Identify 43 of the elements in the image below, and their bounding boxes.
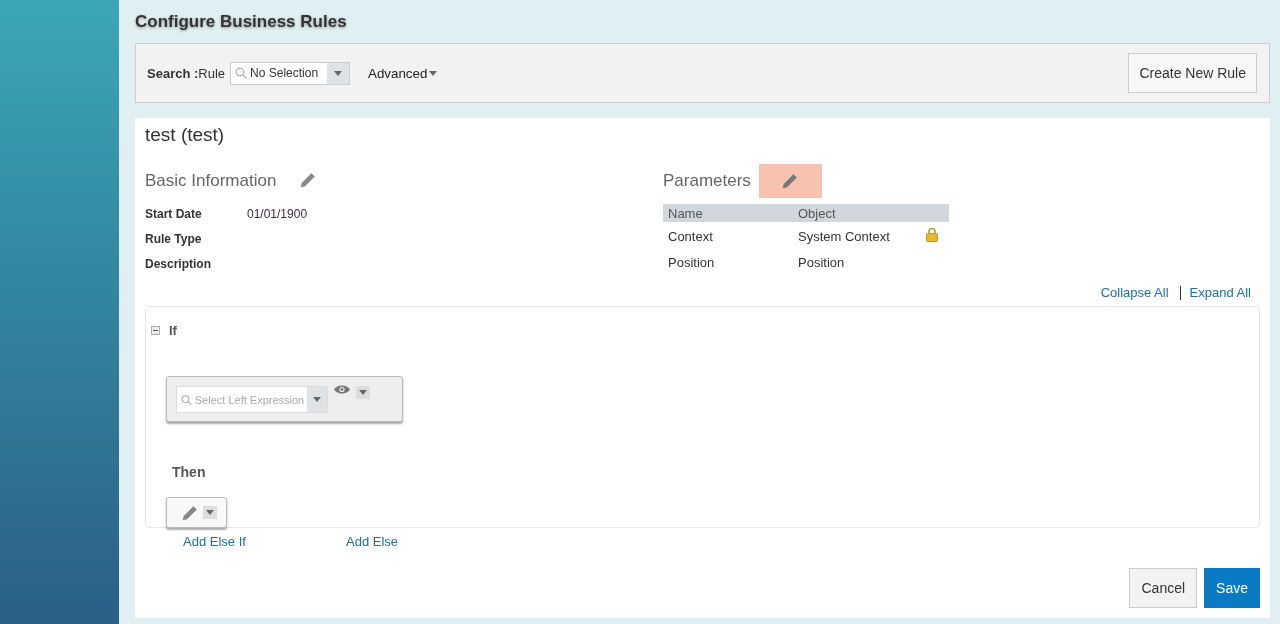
caret-icon bbox=[429, 70, 438, 76]
caret-icon bbox=[206, 510, 214, 515]
search-label: Search : bbox=[147, 65, 199, 81]
page-title: Configure Business Rules bbox=[135, 12, 348, 32]
caret-icon bbox=[334, 70, 343, 76]
save-button[interactable]: Save bbox=[1204, 568, 1260, 608]
cancel-button[interactable]: Cancel bbox=[1129, 568, 1198, 608]
field-value: 01/01/1900 bbox=[247, 207, 308, 223]
section-heading: Parameters bbox=[663, 171, 751, 191]
rule-title: test (test) bbox=[145, 124, 226, 146]
section-heading: Basic Information bbox=[145, 171, 277, 191]
collapse-all-link[interactable]: Collapse All bbox=[1100, 285, 1169, 300]
search-icon bbox=[235, 67, 248, 79]
field-label: Description bbox=[145, 257, 212, 273]
column-header: Name bbox=[663, 204, 793, 222]
field-label: Rule bbox=[198, 65, 226, 81]
action-button[interactable] bbox=[166, 497, 227, 528]
pencil-icon bbox=[782, 173, 799, 189]
caret-icon bbox=[313, 397, 322, 402]
collapse-toggle[interactable] bbox=[151, 326, 160, 335]
table-cell: Context bbox=[663, 222, 793, 249]
pencil-icon bbox=[300, 171, 317, 188]
expand-all-link[interactable]: Expand All bbox=[1189, 285, 1251, 300]
table-cell-text: Position bbox=[797, 254, 846, 272]
eye-icon[interactable] bbox=[334, 384, 350, 395]
search-icon bbox=[181, 393, 192, 406]
edit-button[interactable] bbox=[758, 164, 822, 198]
rule-combobox[interactable]: No Selection bbox=[230, 61, 351, 85]
add-else-link[interactable]: Add Else bbox=[346, 534, 399, 549]
edit-button[interactable] bbox=[300, 171, 317, 191]
then-label: Then bbox=[172, 464, 207, 480]
column-header: Object bbox=[793, 204, 922, 222]
table-cell-text: Position bbox=[667, 254, 716, 272]
pencil-icon bbox=[182, 504, 198, 521]
field-label: Rule Type bbox=[145, 232, 203, 248]
add-else-if-link[interactable]: Add Else If bbox=[183, 534, 346, 549]
dropdown-button[interactable] bbox=[356, 386, 370, 399]
field-label: Start Date bbox=[145, 207, 203, 223]
create-rule-button[interactable]: Create New Rule bbox=[1128, 53, 1257, 93]
table-cell: System Context bbox=[793, 222, 922, 249]
if-label: If bbox=[169, 323, 177, 338]
caret-icon bbox=[359, 390, 367, 395]
advanced-dropdown[interactable]: Advanced bbox=[368, 65, 438, 81]
